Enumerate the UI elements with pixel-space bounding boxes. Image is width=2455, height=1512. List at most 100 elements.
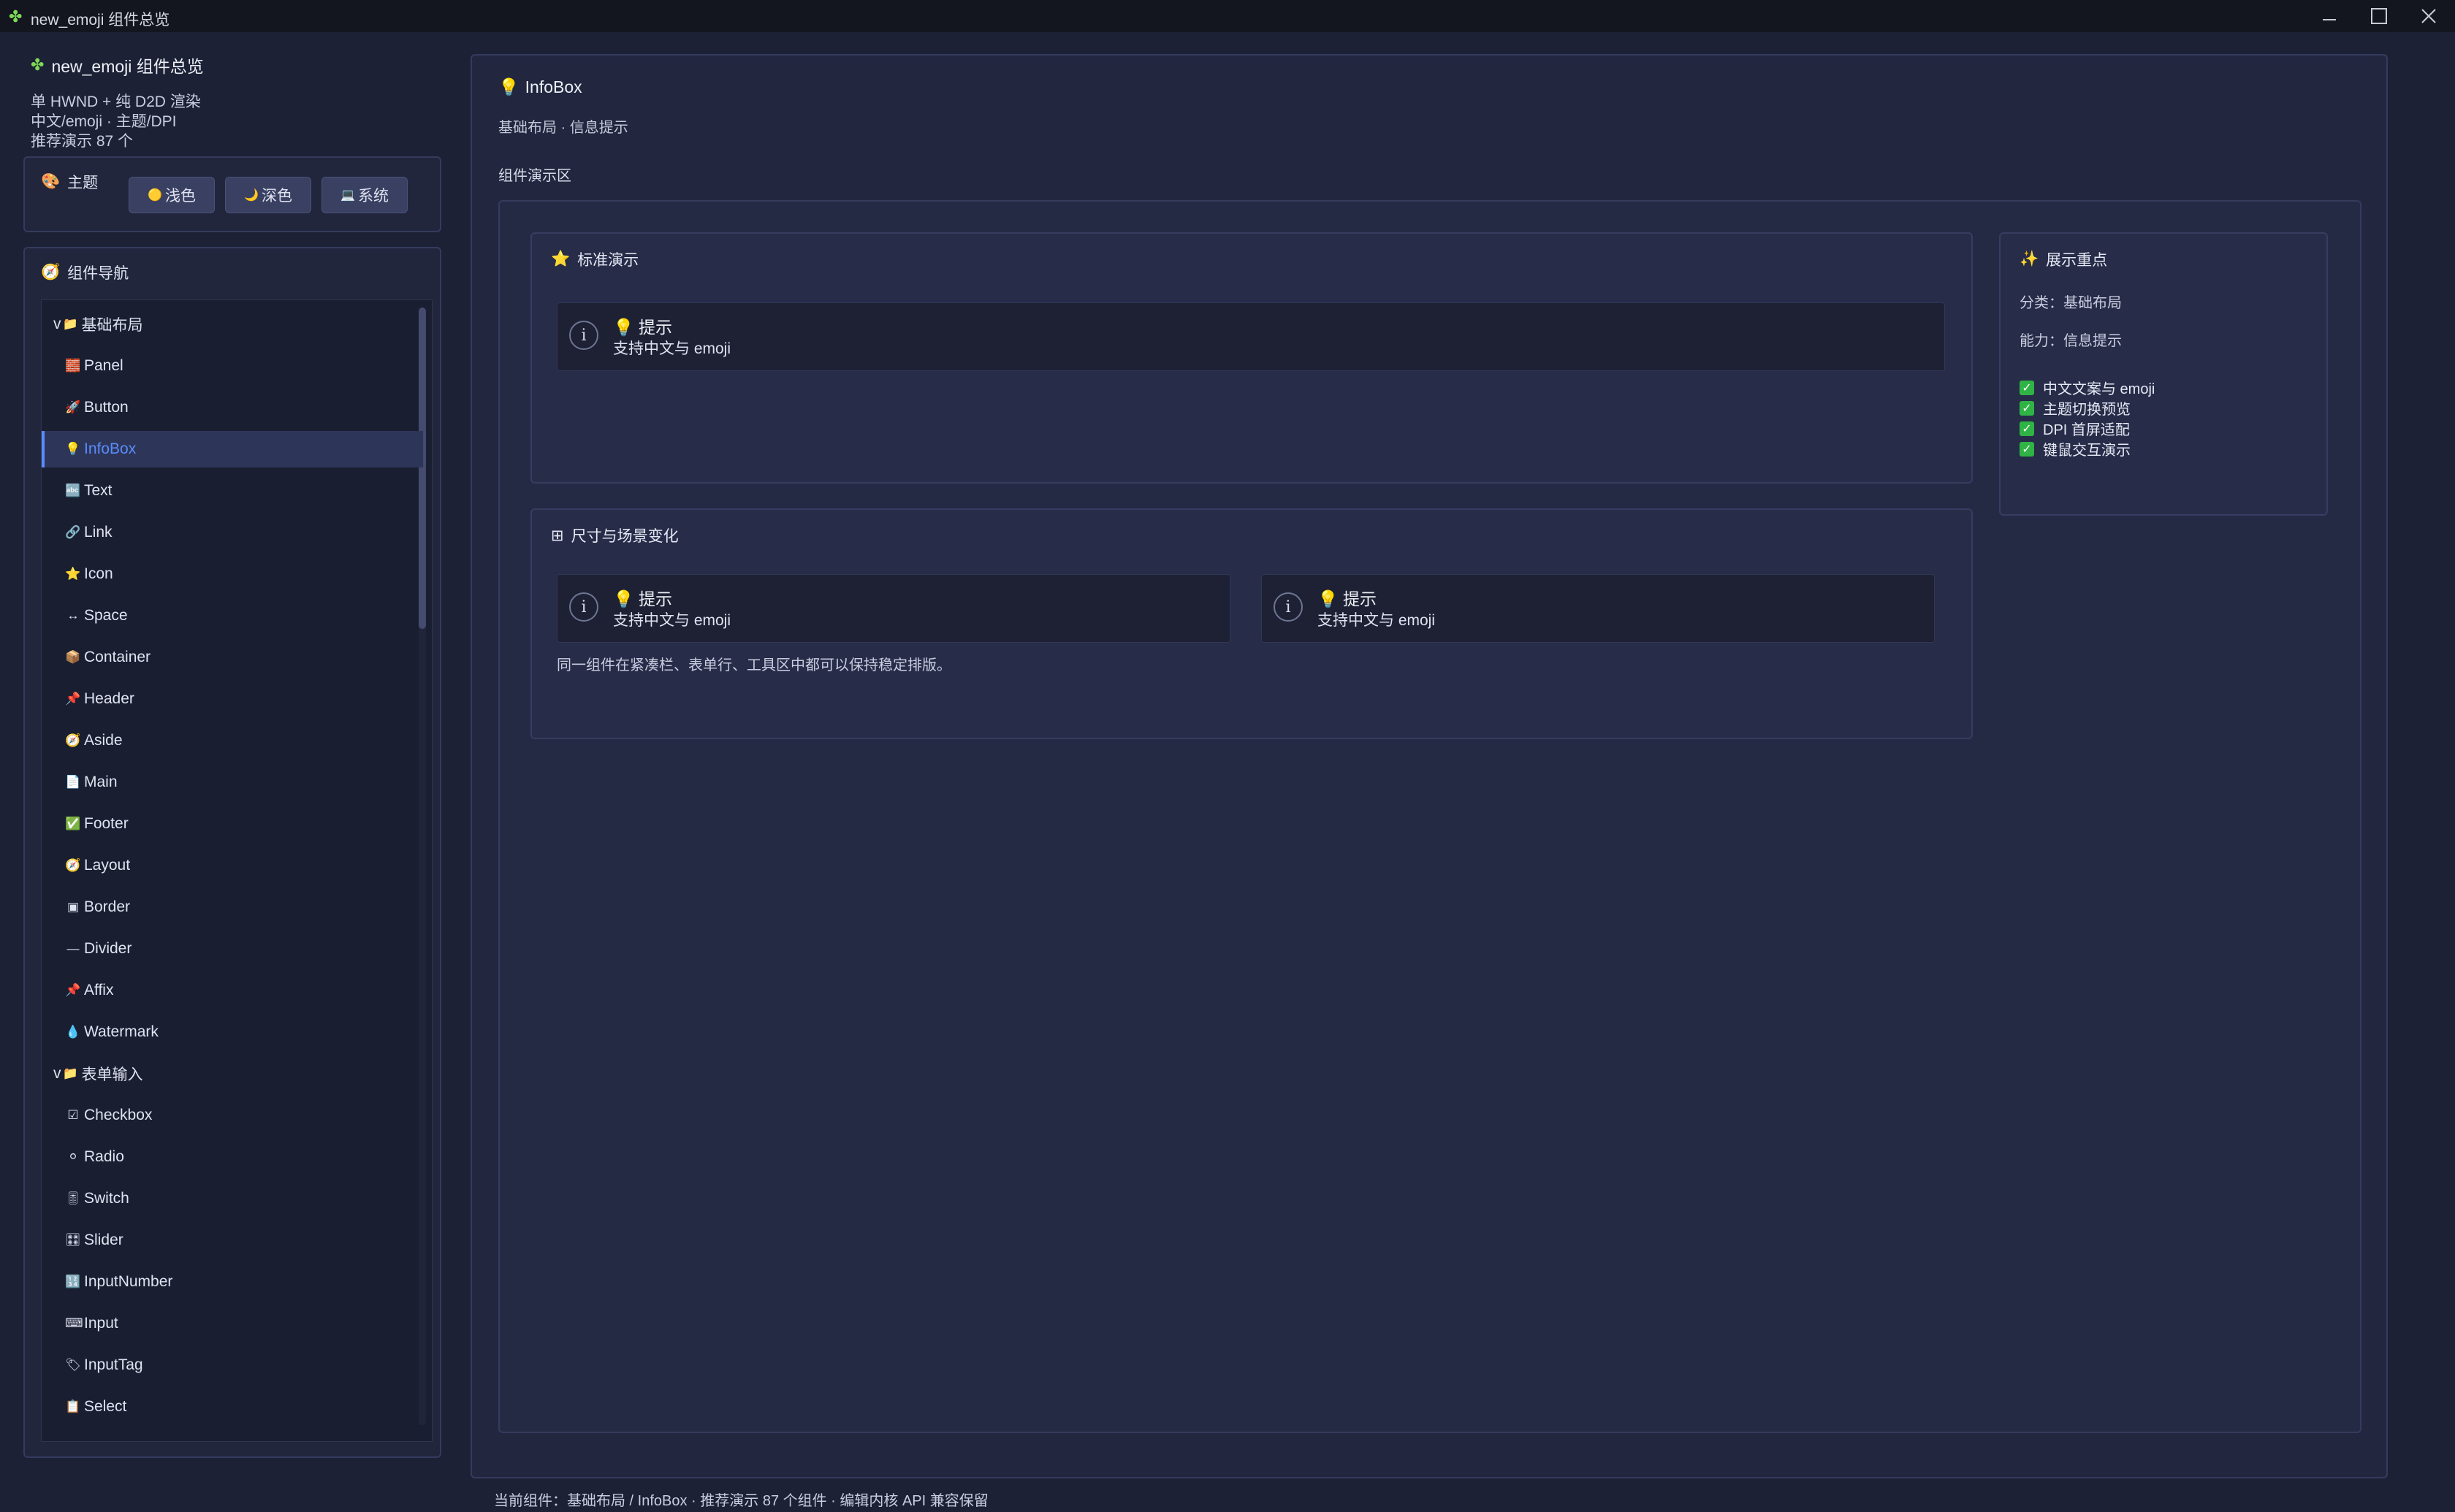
nav-item-infobox[interactable]: 💡 InfoBox	[42, 431, 423, 467]
radio-icon: ⚪	[67, 1150, 79, 1164]
check-item-label: DPI 首屏适配	[2043, 422, 2130, 438]
nav-item-label: Icon	[84, 565, 113, 582]
nav-item-watermark[interactable]: 💧 Watermark	[42, 1014, 423, 1050]
card-title-text: 尺寸与场景变化	[571, 528, 679, 545]
checkmark-icon: ✓	[2020, 421, 2034, 436]
nav-item-label: Slider	[84, 1232, 123, 1248]
nav-item-label: Radio	[84, 1148, 124, 1165]
nav-item-divider[interactable]: — Divider	[42, 931, 423, 967]
nav-item-inputnumber[interactable]: 🔢 InputNumber	[42, 1264, 423, 1300]
nav-item-text[interactable]: 🔤 Text	[42, 473, 423, 509]
puzzle-icon: ✤	[31, 56, 45, 74]
theme-label-text: 主题	[67, 175, 99, 191]
checkmark-icon: ✓	[2020, 380, 2034, 395]
nav-item-label: Link	[84, 524, 113, 541]
nav-item-slider[interactable]: 🎛 Slider	[42, 1222, 423, 1259]
check-item-label: 主题切换预览	[2043, 402, 2131, 418]
nav-item-affix[interactable]: 📌 Affix	[42, 972, 423, 1009]
chevron-down-icon[interactable]: v	[53, 316, 61, 333]
palette-icon: 🎨	[41, 173, 61, 190]
theme-light-label: 浅色	[164, 188, 196, 205]
main-panel: 💡 InfoBox 基础布局 · 信息提示 组件演示区 ⭐ 标准演示 i 💡 提…	[471, 54, 2388, 1478]
nav-item-label: Watermark	[84, 1023, 159, 1040]
nav-item-checkbox[interactable]: ☑ Checkbox	[42, 1097, 423, 1134]
info-icon: i	[1274, 592, 1303, 622]
nav-item-label: InfoBox	[84, 440, 137, 457]
nav-item-label: Layout	[84, 857, 131, 874]
checkbox-icon: ☑	[67, 1108, 79, 1122]
nav-item-border[interactable]: ▣ Border	[42, 889, 423, 925]
window-title: new_emoji 组件总览	[31, 12, 170, 28]
chevron-down-icon[interactable]: v	[53, 1065, 61, 1083]
theme-system-button[interactable]: 💻 系统	[321, 177, 408, 213]
infobox-title: 💡 提示	[1317, 589, 1377, 608]
focus-check-item: ✓ 中文文案与 emoji	[2020, 377, 2155, 398]
infobox-body: 支持中文与 emoji	[1317, 612, 1436, 629]
page-title: 💡 InfoBox	[498, 77, 582, 97]
nav-item-layout[interactable]: 🧭 Layout	[42, 847, 423, 884]
close-icon	[2421, 9, 2436, 23]
nav-item-panel[interactable]: 🧱 Panel	[42, 348, 423, 384]
nav-group-基础布局[interactable]: v 📁 基础布局	[42, 306, 411, 343]
maximize-button[interactable]	[2354, 0, 2404, 32]
page-title-text: InfoBox	[525, 77, 582, 96]
nav-item-space[interactable]: ↔ Space	[42, 597, 423, 634]
divider-icon: —	[66, 942, 80, 955]
nav-item-inputtag[interactable]: 🏷 InputTag	[42, 1347, 423, 1383]
nav-item-main[interactable]: 📄 Main	[42, 764, 423, 801]
standard-demo-card: ⭐ 标准演示 i 💡 提示 支持中文与 emoji	[530, 232, 1973, 484]
nav-item-button[interactable]: 🚀 Button	[42, 389, 423, 426]
rocket-icon: 🚀	[65, 400, 81, 414]
nav-item-container[interactable]: 📦 Container	[42, 639, 423, 676]
demo-area: ⭐ 标准演示 i 💡 提示 支持中文与 emoji ⊞ 尺寸与场景变化 i 💡 …	[498, 200, 2361, 1433]
nav-item-label: Checkbox	[84, 1107, 153, 1123]
nav-item-select[interactable]: 📋 Select	[42, 1389, 423, 1425]
card-title-text: 展示重点	[2046, 252, 2108, 269]
size-scenario-card: ⊞ 尺寸与场景变化 i 💡 提示 支持中文与 emoji i 💡 提示 支持中文…	[530, 508, 1973, 739]
nav-item-aside[interactable]: 🧭 Aside	[42, 722, 423, 759]
nav-item-header[interactable]: 📌 Header	[42, 681, 423, 717]
sidebar-header: ✤ new_emoji 组件总览 单 HWND + 纯 D2D 渲染 中文/em…	[31, 53, 204, 151]
nav-item-label: InputTag	[84, 1356, 143, 1373]
nav-item-icon[interactable]: ⭐ Icon	[42, 556, 423, 592]
nav-item-input[interactable]: ⌨ Input	[42, 1305, 423, 1342]
nav-group-表单输入[interactable]: v 📁 表单输入	[42, 1055, 411, 1092]
focus-check-item: ✓ 主题切换预览	[2020, 397, 2131, 419]
folder-icon: 📁	[62, 1066, 79, 1080]
infobox: i 💡 提示 支持中文与 emoji	[557, 302, 1945, 371]
keyboard-icon: ⌨	[65, 1316, 83, 1330]
theme-system-label: 系统	[357, 188, 389, 205]
package-icon: 📦	[65, 650, 81, 664]
tag-icon: 🏷	[65, 1358, 81, 1372]
nav-item-link[interactable]: 🔗 Link	[42, 514, 423, 551]
nav-item-label: InputNumber	[84, 1273, 173, 1290]
puzzle-icon: ✤	[9, 7, 23, 26]
demo-area-label: 组件演示区	[498, 168, 571, 184]
nav-item-radio[interactable]: ⚪ Radio	[42, 1139, 423, 1175]
theme-light-button[interactable]: 🟡 浅色	[129, 177, 215, 213]
nav-item-label: Header	[84, 690, 134, 707]
nav-item-footer[interactable]: ✅ Footer	[42, 806, 423, 842]
nav-item-label: Footer	[84, 815, 129, 832]
moon-icon: 🌙	[244, 189, 259, 202]
nav-item-label: Button	[84, 399, 129, 416]
focus-check-item: ✓ DPI 首屏适配	[2020, 418, 2130, 439]
numbers-icon: 🔢	[65, 1275, 81, 1288]
focus-check-item: ✓ 键鼠交互演示	[2020, 438, 2131, 459]
theme-dark-label: 深色	[261, 188, 292, 205]
nav-item-switch[interactable]: 🎚 Switch	[42, 1180, 423, 1217]
arrows-icon: ↔	[66, 608, 80, 622]
close-button[interactable]	[2404, 0, 2454, 32]
clipboard-icon: 📋	[65, 1400, 81, 1413]
minimize-icon	[2323, 19, 2336, 20]
check-item-label: 中文文案与 emoji	[2043, 381, 2155, 397]
lightbulb-icon: 💡	[65, 442, 81, 456]
laptop-icon: 💻	[340, 189, 355, 202]
nav-item-label: Aside	[84, 732, 123, 749]
minimize-button[interactable]	[2304, 0, 2354, 32]
compass-icon: 🧭	[65, 733, 81, 747]
nav-tree[interactable]: v 📁 基础布局 🧱 Panel 🚀 Button 💡 InfoBox 🔤 Text 🔗 Link ⭐ Ic…	[41, 299, 433, 1442]
theme-dark-button[interactable]: 🌙 深色	[225, 177, 311, 213]
droplet-icon: 💧	[65, 1025, 81, 1039]
nav-item-label: 基础布局	[81, 317, 143, 334]
